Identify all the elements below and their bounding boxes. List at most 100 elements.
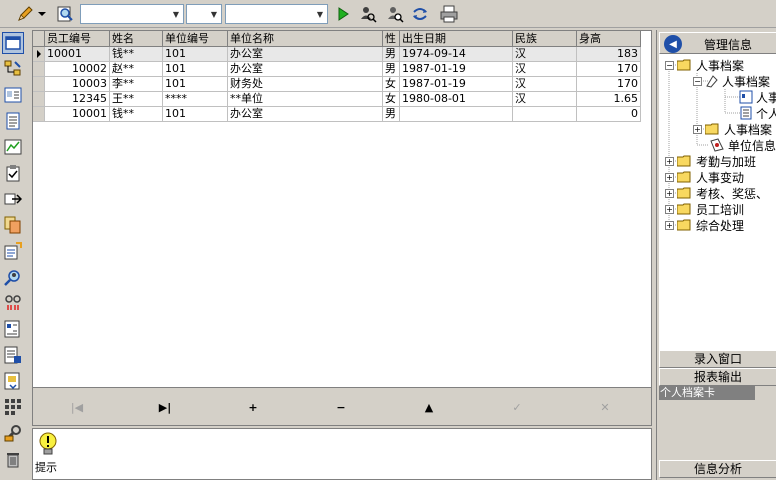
link-icon[interactable] [2,292,24,314]
cancel-record-button[interactable]: ✕ [597,400,613,414]
last-record-button[interactable]: ▶| [157,400,173,414]
table-row[interactable]: 10002 赵** 101 办公室 男 1987-01-19 汉 170 [33,62,641,77]
wrench-icon[interactable] [2,422,24,444]
dropdown-arrow-icon[interactable] [36,3,48,25]
cell-gender[interactable]: 男 [383,62,400,77]
edit-record-button[interactable]: ▲ [421,400,437,414]
cell-employee-id[interactable]: 10002 [45,62,110,77]
cell-gender[interactable]: 女 [383,92,400,107]
tree-node-comprehensive[interactable]: + 综合处理 [665,217,744,233]
export-icon[interactable] [2,370,24,392]
search-icon[interactable] [54,3,76,25]
cell-height[interactable]: 1.65 [577,92,641,107]
tree-node-personnel-files-2[interactable]: + 人事档案 [693,121,772,137]
cell-birth-date[interactable]: 1974-09-14 [400,47,513,62]
cell-ethnicity[interactable]: 汉 [513,62,577,77]
cell-gender[interactable]: 男 [383,47,400,62]
cell-birth-date[interactable]: 1987-01-19 [400,77,513,92]
cell-name[interactable]: 钱** [110,47,163,62]
cell-unit-id[interactable]: 101 [163,62,228,77]
column-header[interactable]: 身高 [577,31,641,47]
tree-node-personnel-files-sub[interactable]: − 人事档案 [693,73,770,89]
trash-icon[interactable] [2,448,24,470]
back-icon[interactable]: ◀ [664,35,682,53]
tab-info-analysis[interactable]: 信息分析 [659,460,776,478]
list-icon[interactable] [2,318,24,340]
cell-gender[interactable]: 男 [383,107,400,122]
cell-name[interactable]: 李** [110,77,163,92]
tree-node-assessment[interactable]: + 考核、奖惩、 [665,185,768,201]
tree-node-training[interactable]: + 员工培训 [665,201,744,217]
run-icon[interactable] [332,3,354,25]
document-list-icon[interactable] [2,344,24,366]
cell-employee-id[interactable]: 10001 [45,107,110,122]
collapse-icon[interactable]: − [665,60,674,70]
collapse-icon[interactable]: − [693,76,702,86]
window-icon[interactable] [2,32,24,54]
find-user-icon[interactable] [357,3,379,25]
tree-node-attendance[interactable]: + 考勤与加班 [665,153,756,169]
print-icon[interactable] [438,3,460,25]
cell-ethnicity[interactable]: 汉 [513,77,577,92]
document-icon[interactable] [2,110,24,132]
expand-icon[interactable]: + [665,188,674,198]
edit-doc-icon[interactable] [2,240,24,262]
clipboard-icon[interactable] [2,162,24,184]
tree-node-personal[interactable]: 个人 [739,105,776,121]
tab-input-window[interactable]: 录入窗口 [659,350,776,368]
filter-combo-2[interactable]: ▼ [186,4,222,24]
card-icon[interactable] [2,84,24,106]
cell-birth-date[interactable]: 1980-08-01 [400,92,513,107]
grid-icon[interactable] [2,396,24,418]
tab-report-output[interactable]: 报表输出 [659,368,776,386]
pencil-icon[interactable] [14,3,36,25]
cell-employee-id[interactable]: 12345 [45,92,110,107]
report-item-personal-card[interactable]: 个人档案卡 [659,386,755,400]
table-row[interactable]: 10003 李** 101 财务处 女 1987-01-19 汉 170 [33,77,641,92]
cell-ethnicity[interactable]: 汉 [513,47,577,62]
user-search-icon[interactable] [2,266,24,288]
cell-name[interactable]: 赵** [110,62,163,77]
hierarchy-icon[interactable] [2,58,24,80]
table-row[interactable]: 12345 王** **** **单位 女 1980-08-01 汉 1.65 [33,92,641,107]
cell-employee-id[interactable]: 10001 [45,47,110,62]
tree-node-personnel-changes[interactable]: + 人事变动 [665,169,744,185]
cell-unit-id[interactable]: 101 [163,77,228,92]
tree-node-personnel-files[interactable]: − 人事档案 [665,57,744,73]
column-header[interactable]: 单位编号 [163,31,228,47]
first-record-button[interactable]: |◀ [69,400,85,414]
cell-unit-id[interactable]: 101 [163,47,228,62]
column-header[interactable]: 民族 [513,31,577,47]
cell-employee-id[interactable]: 10003 [45,77,110,92]
cell-unit-name[interactable]: 财务处 [228,77,383,92]
column-header[interactable]: 性 [383,31,400,47]
cell-ethnicity[interactable]: 汉 [513,92,577,107]
filter-combo-3[interactable]: ▼ [225,4,328,24]
cell-gender[interactable]: 女 [383,77,400,92]
cell-unit-name[interactable]: 办公室 [228,62,383,77]
column-header[interactable]: 出生日期 [400,31,513,47]
cell-unit-id[interactable]: **** [163,92,228,107]
chart-icon[interactable] [2,136,24,158]
cell-height[interactable]: 183 [577,47,641,62]
chevron-down-icon[interactable]: ▼ [169,5,183,23]
cell-unit-name[interactable]: 办公室 [228,47,383,62]
table-row[interactable]: 10001 钱** 101 办公室 男 1974-09-14 汉 183 [33,47,641,62]
column-header[interactable]: 姓名 [110,31,163,47]
post-record-button[interactable]: ✓ [509,400,525,414]
delete-record-button[interactable]: − [333,400,349,414]
cell-height[interactable]: 0 [577,107,641,122]
cell-unit-name[interactable]: **单位 [228,92,383,107]
refresh-icon[interactable] [409,3,431,25]
tree-node-unit-info[interactable]: 单位信息 [709,137,776,153]
transfer-icon[interactable] [2,188,24,210]
copy-icon[interactable] [2,214,24,236]
column-header[interactable]: 员工编号 [45,31,110,47]
chevron-down-icon[interactable]: ▼ [207,5,221,23]
cell-name[interactable]: 王** [110,92,163,107]
expand-icon[interactable]: + [693,124,702,134]
cell-name[interactable]: 钱** [110,107,163,122]
cell-birth-date[interactable] [400,107,513,122]
cell-ethnicity[interactable] [513,107,577,122]
cell-unit-id[interactable]: 101 [163,107,228,122]
